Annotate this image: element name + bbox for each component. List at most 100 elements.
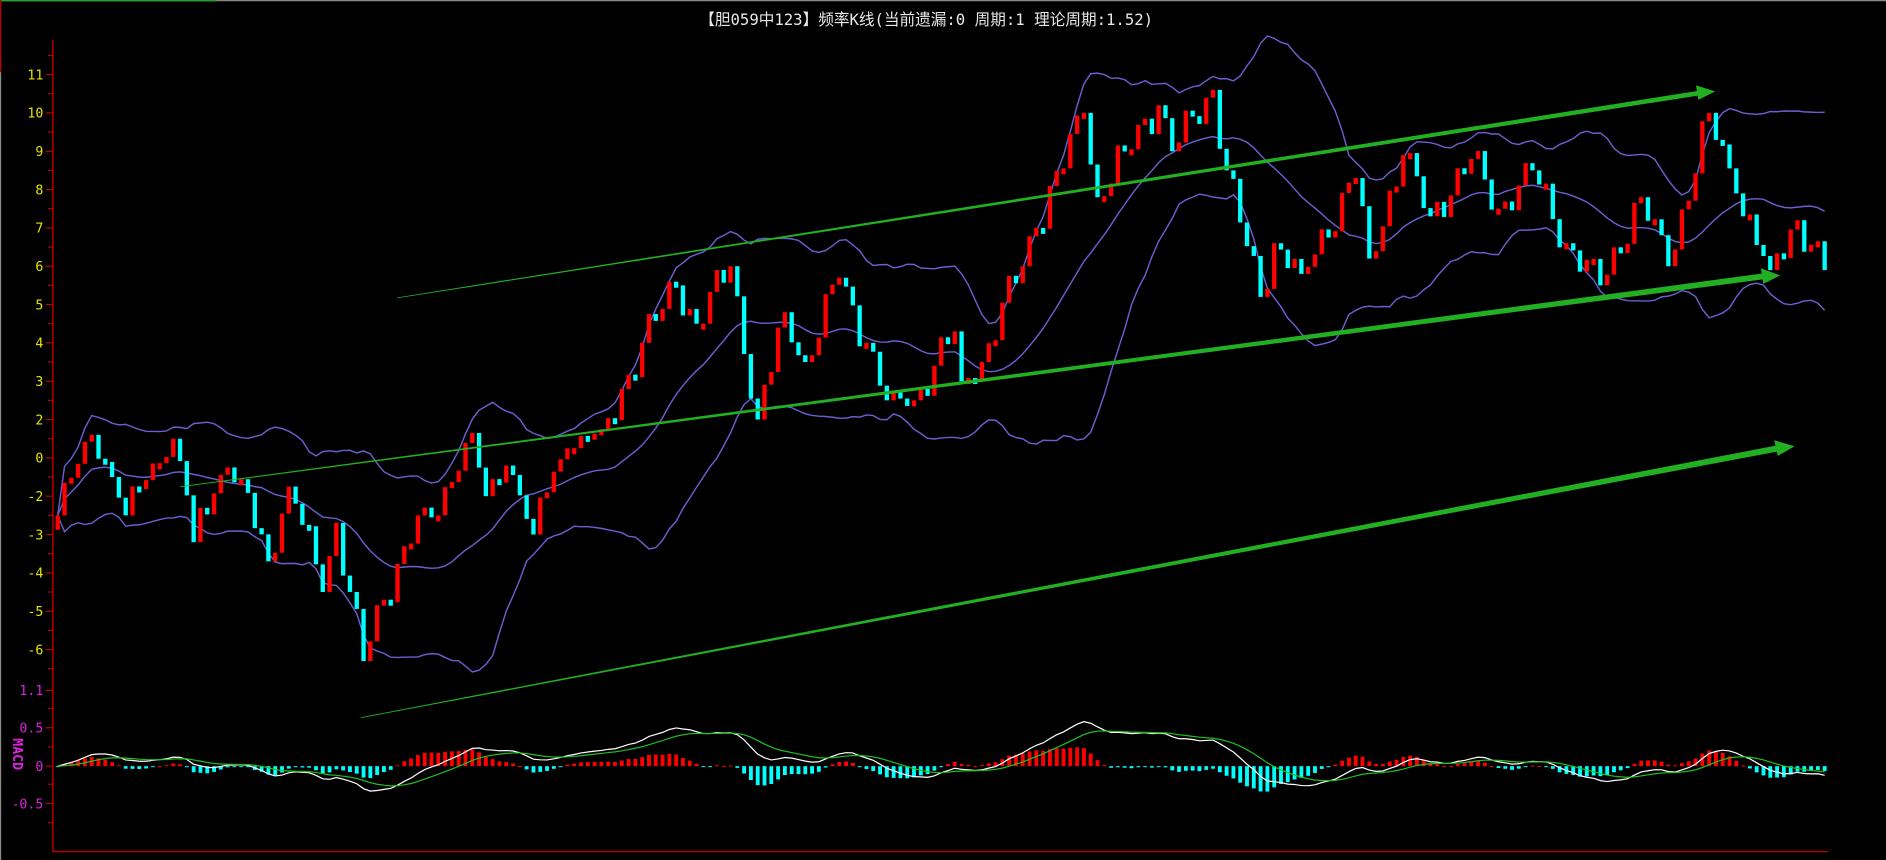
macd-histogram-bar (1075, 747, 1080, 767)
macd-histogram-bar (579, 762, 583, 767)
up-candle (1020, 266, 1025, 284)
macd-histogram-bar (755, 766, 760, 786)
price-axis-labels: 11 10 9 8 7 6 5 4 3 2 0 -2 -3 -4 -5 -6 (27, 54, 53, 670)
macd-histogram-bar (1469, 762, 1474, 767)
macd-histogram-bar (742, 766, 747, 774)
macd-histogram-bar (531, 766, 536, 773)
up-candle (823, 294, 828, 338)
down-candle (96, 434, 101, 459)
macd-histogram-bar (1333, 764, 1338, 767)
macd-histogram-bar (572, 763, 577, 767)
up-candle (1496, 208, 1501, 215)
macd-histogram-bar (1319, 766, 1324, 769)
down-candle (1238, 178, 1243, 223)
macd-histogram-bar (1306, 766, 1311, 776)
macd-panel-label: MACD (9, 738, 24, 770)
macd-histogram-bar (1734, 760, 1739, 767)
macd-histogram-bar (1122, 766, 1127, 768)
macd-histogram-bar (1177, 766, 1181, 772)
up-candle (1435, 201, 1440, 217)
macd-histogram-bar (1584, 766, 1589, 777)
up-candle (1156, 105, 1161, 135)
down-candle (1285, 249, 1290, 269)
macd-histogram-bar (1231, 766, 1236, 779)
macd-histogram-bar (1713, 751, 1718, 767)
macd-histogram-bar (1408, 755, 1413, 767)
up-candle (490, 479, 495, 497)
up-candle (456, 470, 461, 483)
down-candle (673, 281, 679, 288)
down-candle (1598, 258, 1603, 286)
macd-histogram-bar (1510, 766, 1514, 770)
macd-histogram-bar (1340, 760, 1345, 767)
down-candle (361, 608, 366, 662)
macd-histogram-bar (1163, 766, 1168, 768)
down-candle (1095, 164, 1100, 198)
down-candle (1768, 256, 1773, 271)
down-candle (245, 479, 251, 493)
macd-histogram-bar (517, 766, 522, 768)
down-candle (1367, 206, 1372, 259)
up-candle (1679, 209, 1685, 250)
macd-histogram-bar (150, 766, 155, 768)
down-candle (1197, 116, 1202, 124)
up-candle (1401, 155, 1406, 187)
macd-histogram-bar (694, 763, 699, 767)
down-candle (1149, 118, 1155, 135)
macd-histogram-bar (1448, 765, 1453, 767)
trend-arrow-head-lower (1774, 440, 1795, 456)
down-candle (1754, 214, 1759, 246)
up-candle (1469, 158, 1474, 174)
macd-histogram-bar (293, 766, 298, 768)
up-candle (334, 523, 339, 557)
macd-histogram-bar (871, 766, 876, 772)
up-candle (1591, 258, 1596, 265)
macd-histogram-bar (891, 766, 896, 778)
macd-histogram-bar (477, 752, 482, 767)
macd-histogram-bar (171, 763, 176, 767)
up-candle (55, 515, 60, 530)
macd-histogram-bar (1489, 765, 1494, 767)
up-candle (449, 482, 455, 489)
macd-histogram-bar (1652, 760, 1657, 767)
macd-histogram-bar (1544, 766, 1548, 768)
macd-histogram-bar (966, 764, 971, 767)
macd-histogram-bar (123, 766, 128, 769)
up-candle (381, 599, 387, 606)
down-candle (205, 507, 210, 515)
up-candle (273, 552, 278, 562)
macd-histogram-bar (1081, 748, 1086, 767)
up-candle (1115, 145, 1121, 184)
up-candle (728, 266, 733, 283)
up-candle (932, 365, 937, 396)
down-candle (1727, 144, 1732, 169)
down-candle (1244, 222, 1250, 247)
up-candle (1747, 214, 1753, 221)
macd-histogram-bar (830, 764, 835, 767)
macd-histogram-bar (361, 766, 366, 778)
up-candle (687, 309, 692, 316)
up-candle (551, 471, 556, 493)
macd-histogram-bar (619, 760, 624, 767)
up-candle (660, 308, 665, 321)
macd-histogram-bar (307, 766, 312, 768)
macd-histogram-bar (504, 762, 509, 767)
up-candle (667, 281, 672, 309)
macd-dif-line (57, 721, 1825, 792)
down-candle (1421, 176, 1426, 209)
up-candle (1292, 258, 1297, 269)
up-candle (864, 342, 869, 349)
up-candle (1034, 227, 1039, 237)
down-candle (1231, 170, 1236, 179)
down-candle (1163, 105, 1168, 119)
up-candle (626, 374, 631, 389)
macd-histogram-bar (1815, 766, 1820, 770)
down-candle (1645, 197, 1651, 221)
macd-histogram-bar (667, 753, 672, 767)
macd-histogram-bar (320, 766, 325, 774)
macd-histogram-bar (1258, 766, 1263, 792)
macd-histogram-bar (653, 754, 658, 767)
price-tick-label: -3 (27, 528, 43, 543)
up-candle (1210, 89, 1216, 98)
up-candle (150, 463, 156, 481)
